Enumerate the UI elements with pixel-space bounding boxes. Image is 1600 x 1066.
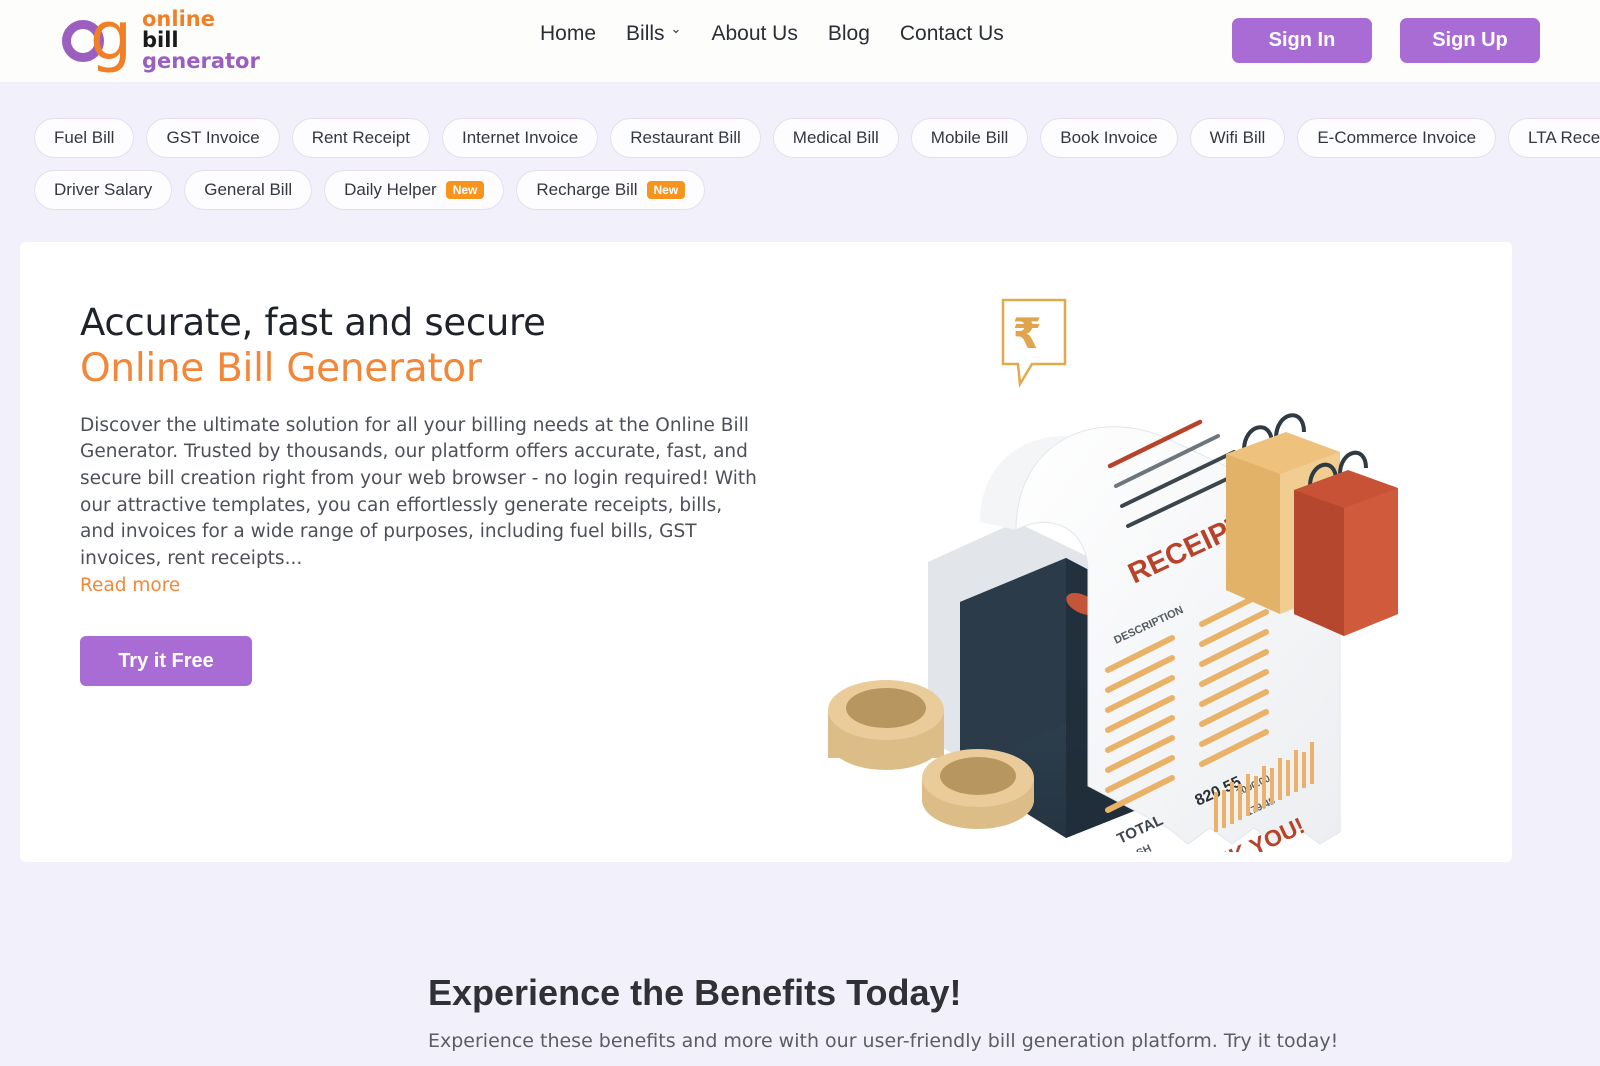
hero-heading-line1: Accurate, fast and secure — [80, 301, 546, 344]
bill-type-pill-rent-receipt[interactable]: Rent Receipt — [291, 118, 430, 158]
logo-word-generator: generator — [142, 48, 260, 73]
bill-type-pill-general-bill[interactable]: General Bill — [184, 170, 313, 210]
sign-in-button[interactable]: Sign In — [1232, 18, 1372, 63]
nav-label-bills: Bills — [626, 22, 665, 45]
site-header: g online bill generator Home Bills ⌄ Abo… — [0, 0, 1600, 82]
new-badge: New — [646, 181, 686, 199]
nav-item-blog[interactable]: Blog — [828, 22, 870, 46]
pill-label: Medical Bill — [792, 128, 879, 147]
bill-type-pill-driver-salary[interactable]: Driver Salary — [34, 170, 173, 210]
bill-type-pill-wifi-bill[interactable]: Wifi Bill — [1189, 118, 1286, 158]
site-logo[interactable]: g online bill generator — [62, 0, 260, 75]
hero-text-block: Accurate, fast and secure Online Bill Ge… — [80, 300, 780, 687]
try-it-free-button[interactable]: Try it Free — [80, 636, 252, 687]
page-title: Accurate, fast and secure Online Bill Ge… — [80, 300, 780, 393]
bill-type-pill-internet-invoice[interactable]: Internet Invoice — [441, 118, 599, 158]
nav-item-contact-us[interactable]: Contact Us — [900, 22, 1004, 46]
pill-label: Book Invoice — [1060, 128, 1158, 147]
pill-label: General Bill — [204, 180, 293, 199]
chevron-down-icon: ⌄ — [670, 21, 682, 36]
logo-g-letter: g — [90, 0, 132, 75]
auth-actions: Sign In Sign Up — [1232, 18, 1540, 63]
bill-type-pill-mobile-bill[interactable]: Mobile Bill — [910, 118, 1029, 158]
svg-text:₹: ₹ — [1012, 309, 1041, 358]
pill-label: Mobile Bill — [930, 128, 1009, 147]
pill-label: Daily Helper — [344, 180, 437, 199]
bill-type-pill-daily-helper[interactable]: Daily Helper New — [324, 170, 505, 210]
bill-type-row-1: Fuel Bill GST Invoice Rent Receipt Internet… — [34, 118, 1600, 158]
read-more-link[interactable]: Read more — [80, 575, 180, 596]
nav-label-blog: Blog — [827, 22, 870, 45]
receipt-printer-illustration: ₹ RECEIPT DESCRIPTION TOTAL 820.55 1000.… — [828, 298, 1398, 862]
bill-type-row-2: Driver Salary General Bill Daily Helper New… — [34, 170, 1566, 210]
bill-type-pill-lta-receipt[interactable]: LTA Receipt — [1508, 118, 1600, 158]
rupee-bubble-icon: ₹ — [1001, 298, 1067, 388]
benefits-section: Experience the Benefits Today! Experienc… — [0, 862, 1600, 1066]
hero-heading-line2: Online Bill Generator — [80, 346, 482, 392]
nav-item-home[interactable]: Home — [540, 22, 596, 46]
new-badge: New — [445, 181, 485, 199]
pill-label: E-Commerce Invoice — [1317, 128, 1477, 147]
nav-label-about-us: About Us — [711, 22, 798, 45]
nav-label-home: Home — [540, 22, 597, 45]
pill-label: LTA Receipt — [1528, 128, 1600, 147]
bill-type-pill-book-invoice[interactable]: Book Invoice — [1040, 118, 1178, 158]
hero-illustration: ₹ RECEIPT DESCRIPTION TOTAL 820.55 1000.… — [820, 272, 1460, 862]
pill-label: Rent Receipt — [311, 128, 410, 147]
page-root: g online bill generator Home Bills ⌄ Abo… — [0, 0, 1600, 1066]
bill-type-pill-e-commerce-invoice[interactable]: E-Commerce Invoice — [1297, 118, 1497, 158]
hero-paragraph: Discover the ultimate solution for all y… — [80, 414, 757, 569]
nav-item-bills[interactable]: Bills ⌄ — [626, 21, 682, 46]
benefits-heading: Experience the Benefits Today! — [428, 972, 962, 1013]
main-nav: Home Bills ⌄ About Us Blog Contact Us — [540, 21, 1004, 46]
pill-label: Driver Salary — [54, 180, 153, 199]
logo-word-bill: bill — [142, 27, 179, 52]
pill-label: Recharge Bill — [536, 180, 638, 199]
benefits-subtitle: Experience these benefits and more with … — [428, 1030, 1339, 1052]
nav-label-contact-us: Contact Us — [899, 22, 1004, 45]
pill-label: Wifi Bill — [1209, 128, 1266, 147]
logo-wordmark: online bill generator — [142, 6, 260, 73]
logo-word-online: online — [142, 6, 215, 31]
bill-type-pill-restaurant-bill[interactable]: Restaurant Bill — [610, 118, 761, 158]
pill-label: Internet Invoice — [461, 128, 579, 147]
bill-type-pill-gst-invoice[interactable]: GST Invoice — [146, 118, 280, 158]
bill-type-filter-bar: Fuel Bill GST Invoice Rent Receipt Internet… — [0, 82, 1600, 240]
bill-type-pill-recharge-bill[interactable]: Recharge Bill New — [516, 170, 706, 210]
logo-mark-icon: g — [62, 0, 138, 75]
bill-type-pill-medical-bill[interactable]: Medical Bill — [772, 118, 899, 158]
bill-type-pill-fuel-bill[interactable]: Fuel Bill — [34, 118, 135, 158]
nav-item-about-us[interactable]: About Us — [711, 22, 797, 46]
pill-label: GST Invoice — [166, 128, 260, 147]
pill-label: Fuel Bill — [54, 128, 115, 147]
pill-label: Restaurant Bill — [630, 128, 741, 147]
sign-up-button[interactable]: Sign Up — [1400, 18, 1540, 63]
hero-card: Accurate, fast and secure Online Bill Ge… — [20, 242, 1512, 862]
total-label-text: TOTAL — [1115, 812, 1166, 848]
